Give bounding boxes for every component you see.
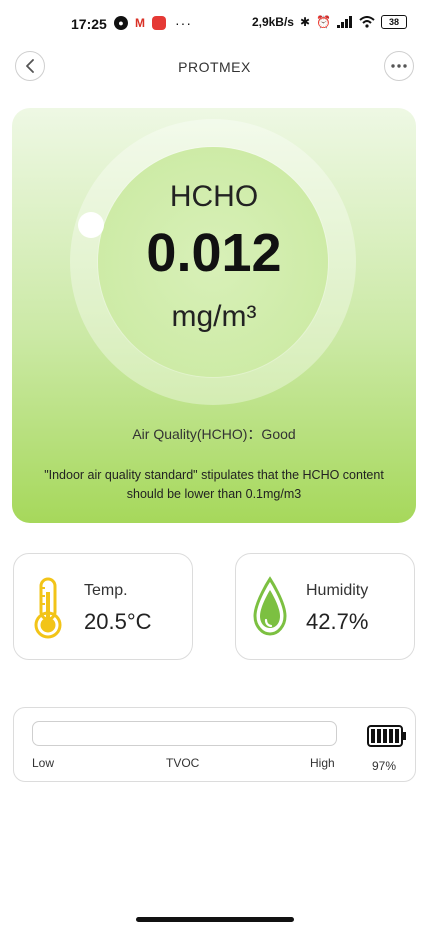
video-app-icon xyxy=(152,16,166,30)
gmail-icon: M xyxy=(135,16,145,30)
bluetooth-icon: ✱ xyxy=(299,15,311,29)
more-icon xyxy=(391,64,407,68)
water-drop-icon xyxy=(253,576,287,636)
humidity-value: 42.7% xyxy=(306,609,369,634)
page-title: PROTMEX xyxy=(178,59,251,75)
signal-icon xyxy=(337,16,352,28)
alarm-icon: ⏰ xyxy=(316,15,331,29)
tvoc-label: TVOC xyxy=(166,756,200,770)
gas-unit: mg/m³ xyxy=(171,300,257,333)
gas-name: HCHO xyxy=(169,180,259,213)
air-quality-label: Air Quality(HCHO)：Good xyxy=(132,426,296,442)
status-battery-icon: 38 xyxy=(381,15,407,29)
thermometer-icon xyxy=(34,577,62,639)
more-options-button[interactable] xyxy=(384,51,414,81)
notification-icons: ● M ··· xyxy=(114,15,192,31)
status-bar: 17:25 ● M ··· 2,9kB/s ✱ ⏰ 38 xyxy=(0,0,429,48)
hcho-card: HCHO 0.012 mg/m³ Air Quality(HCHO)：Good … xyxy=(12,108,416,523)
wifi-icon xyxy=(359,16,375,28)
tvoc-card: Low TVOC High 97% xyxy=(13,707,416,782)
temperature-card: Temp. 20.5°C xyxy=(13,553,193,660)
device-battery-icon xyxy=(367,725,406,747)
temperature-value: 20.5°C xyxy=(84,609,152,634)
gas-value: 0.012 xyxy=(146,223,282,283)
network-speed: 2,9kB/s xyxy=(251,15,294,29)
humidity-label: Humidity xyxy=(306,582,369,599)
status-right: 2,9kB/s ✱ ⏰ 38 xyxy=(252,15,407,29)
humidity-card: Humidity 42.7% xyxy=(235,553,415,660)
tvoc-level-bar xyxy=(32,721,337,746)
more-notifications-icon: ··· xyxy=(175,15,192,31)
standard-note: "Indoor air quality standard" stipulates… xyxy=(44,468,384,501)
tvoc-low-label: Low xyxy=(32,756,55,770)
tvoc-high-label: High xyxy=(310,756,335,770)
temperature-label: Temp. xyxy=(84,582,128,599)
status-time: 17:25 xyxy=(71,16,107,32)
app-notification-icon: ● xyxy=(114,16,128,30)
home-indicator[interactable] xyxy=(136,917,294,922)
device-battery-percent: 97% xyxy=(372,759,397,773)
